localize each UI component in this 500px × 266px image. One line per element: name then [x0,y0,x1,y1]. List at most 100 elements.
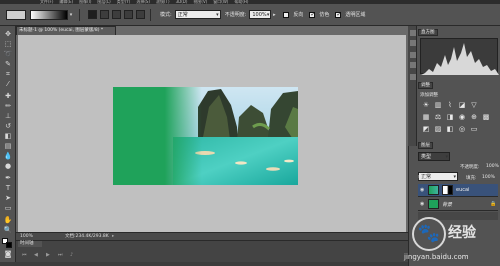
timeline-tab[interactable]: 时间轴 [18,241,42,247]
histogram-tab[interactable]: 直方图 [418,29,438,36]
linear-gradient-button[interactable] [88,10,97,19]
selective-color-icon[interactable]: ◎ [458,125,466,133]
divider [79,8,80,21]
posterize-icon[interactable]: ▨ [434,125,442,133]
healing-brush-tool-icon[interactable]: ✚ [2,92,14,101]
exposure-icon[interactable]: ◪ [458,101,466,109]
dodge-tool-icon[interactable]: ● [2,162,14,171]
brush-tool-icon[interactable]: ✏ [2,102,14,111]
adjustments-grid: ☀ ▥ ⌇ ◪ ▽ ▦ ⚖ ◨ ◉ ⊕ ▩ ◩ ▨ ◧ ◎ ▭ [420,101,498,139]
histogram-plot [421,43,499,75]
eraser-tool-icon[interactable]: ◧ [2,132,14,141]
levels-icon[interactable]: ▥ [434,101,442,109]
fill-label: 填充: [466,176,477,181]
threshold-icon[interactable]: ◧ [446,125,454,133]
clone-stamp-tool-icon[interactable]: ⊥ [2,112,14,121]
quick-mask-icon[interactable]: ◙ [2,250,14,259]
baidu-paw-icon: 🐾 [417,223,441,244]
adjustments-tab[interactable]: 调整 [418,82,433,89]
dither-checkbox[interactable] [309,11,315,18]
tool-preset-picker[interactable] [6,9,26,20]
layer-opacity-label: 不透明度: [460,165,480,170]
photo-filter-icon[interactable]: ◉ [458,113,466,121]
path-selection-tool-icon[interactable]: ➤ [2,194,14,203]
mode-label: 模式: [160,12,172,18]
background-color-swatch[interactable] [6,242,12,248]
layer-name[interactable]: 背景 [442,201,452,208]
layer-name[interactable]: eucai [456,187,469,193]
quick-select-tool-icon[interactable]: ✎ [2,60,14,69]
timeline-panel [16,240,408,262]
move-tool-icon[interactable]: ✥ [2,30,14,39]
crop-tool-icon[interactable]: ⌗ [2,70,14,79]
canvas-image [113,87,298,185]
vibrance-icon[interactable]: ▽ [470,101,478,109]
invert-icon[interactable]: ◩ [422,125,430,133]
layer-row-eucai[interactable]: ◉ eucai [418,184,498,197]
composite-image [113,87,298,185]
fill-value[interactable]: 100% [482,175,495,180]
eye-icon[interactable]: ◉ [420,201,426,207]
prev-frame-icon[interactable]: ◀ [34,253,40,258]
eye-icon[interactable]: ◉ [420,187,426,193]
adjustments-hint: 添加调整 [420,93,438,98]
gradient-map-icon[interactable]: ▭ [470,125,478,133]
layer-thumbnail [428,185,439,195]
paragraph-panel-icon[interactable] [410,62,416,68]
color-lookup-icon[interactable]: ▩ [482,113,490,121]
first-frame-icon[interactable]: ⏮ [22,253,28,258]
layer-opacity-value[interactable]: 100% [486,164,499,169]
layer-thumbnail [428,199,439,209]
opacity-input[interactable]: 100% [249,10,272,19]
transparency-checkbox[interactable] [335,11,341,18]
shape-tool-icon[interactable]: ▭ [2,204,14,213]
type-tool-icon[interactable]: T [2,184,14,193]
brightness-icon[interactable]: ☀ [422,101,430,109]
next-frame-icon[interactable]: ⏭ [58,253,64,258]
options-bar: ▾ 模式: 正常 不透明度: 100% ▸ 反向 仿色 透明区域 [0,4,500,26]
marquee-tool-icon[interactable]: ⬚ [2,40,14,49]
play-icon[interactable]: ▶ [46,253,52,258]
blur-tool-icon[interactable]: 💧 [2,152,14,161]
zoom-tool-icon[interactable]: 🔍 [2,226,14,235]
divider [150,8,151,21]
watermark-url: jingyan.baidu.com [404,253,469,261]
hue-saturation-icon[interactable]: ▦ [422,113,430,121]
character-panel-icon[interactable] [410,52,416,58]
layers-tab[interactable]: 图层 [418,142,433,149]
zoom-level[interactable]: 100% [20,233,33,240]
lasso-tool-icon[interactable]: ➰ [2,50,14,59]
brush-panel-icon[interactable] [410,74,416,80]
layer-mask-thumbnail[interactable] [442,185,453,195]
document-info[interactable]: 文档:234.4K/293.8K [65,233,109,240]
gradient-preview[interactable] [30,9,68,20]
black-white-icon[interactable]: ◨ [446,113,454,121]
history-panel-icon[interactable] [410,30,416,36]
opacity-dropdown-icon[interactable]: ▸ [271,10,277,20]
properties-panel-icon[interactable] [410,40,416,46]
angle-gradient-button[interactable] [112,10,121,19]
reflected-gradient-button[interactable] [124,10,133,19]
radial-gradient-button[interactable] [100,10,109,19]
gradient-dropdown-icon[interactable]: ▾ [68,10,74,20]
audio-icon[interactable]: ♪ [70,253,76,258]
channel-mixer-icon[interactable]: ⊕ [470,113,478,121]
lock-label: 锁定: [418,176,429,181]
gradient-tool-icon[interactable]: ▤ [2,142,14,151]
histogram-graph [420,38,499,75]
reverse-checkbox[interactable] [283,11,290,18]
layer-kind-filter[interactable]: 类型 [418,152,450,161]
info-expand-icon[interactable]: ▸ [112,233,114,240]
diamond-gradient-button[interactable] [136,10,145,19]
curves-icon[interactable]: ⌇ [446,101,454,109]
pen-tool-icon[interactable]: ✒ [2,174,14,183]
dither-label: 仿色 [319,12,330,18]
mode-select[interactable]: 正常 [174,10,221,19]
document-tab[interactable]: 未标题-1 @ 100% (eucai, 图层蒙版/8) * [16,26,116,35]
hand-tool-icon[interactable]: ✋ [2,216,14,225]
watermark-logo-text: 经验 [448,225,476,241]
layer-row-background[interactable]: ◉ 背景 🔒 [418,198,498,211]
history-brush-tool-icon[interactable]: ↺ [2,122,14,131]
color-balance-icon[interactable]: ⚖ [434,113,442,121]
eyedropper-tool-icon[interactable]: ⁄ [2,80,14,89]
